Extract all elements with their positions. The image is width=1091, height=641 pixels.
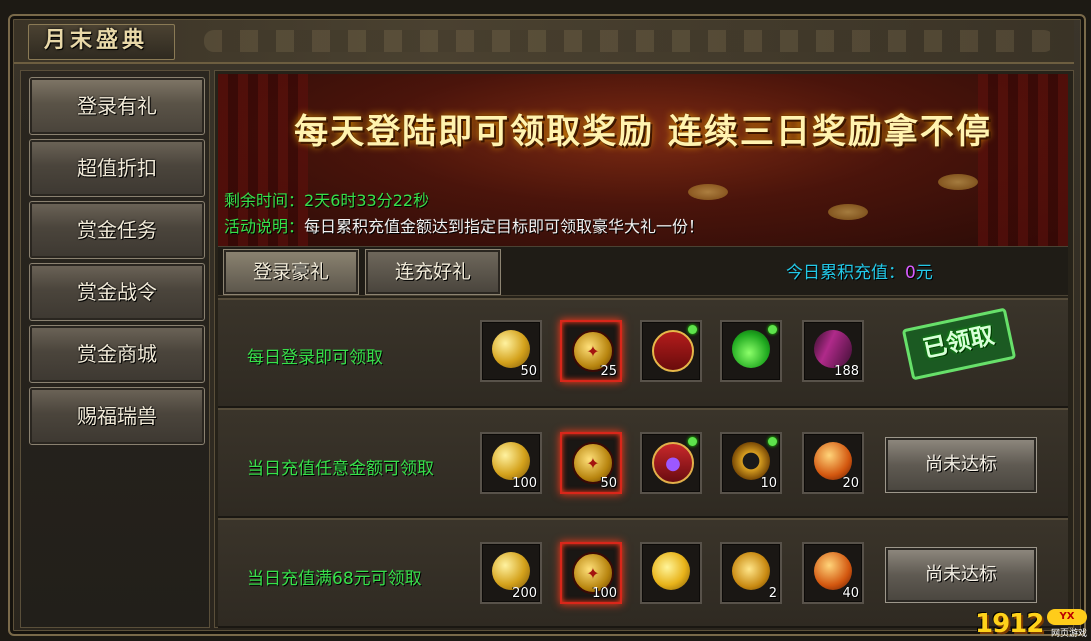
- reward-slot[interactable]: 10: [720, 432, 782, 494]
- item-count: 100: [512, 476, 537, 491]
- sidebar-item-discount[interactable]: 超值折扣: [29, 139, 205, 197]
- description-label: 活动说明：: [224, 217, 305, 236]
- reward-slot[interactable]: 25: [560, 320, 622, 382]
- watermark-digits: 1912: [975, 609, 1044, 639]
- item-count: 50: [600, 476, 617, 491]
- window-title: 月末盛典: [44, 27, 149, 53]
- item-count: 2: [768, 586, 777, 601]
- tab-consecutive-recharge[interactable]: 连充好礼: [365, 249, 501, 295]
- sidebar-item-bounty-tasks[interactable]: 赏金任务: [29, 201, 205, 259]
- coins-icon: [492, 552, 530, 590]
- description-value: 每日累积充值金额达到指定目标即可领取豪华大礼一份！: [304, 217, 705, 236]
- tab-login-gifts[interactable]: 登录豪礼: [223, 249, 359, 295]
- reward-slot[interactable]: 188: [802, 320, 864, 382]
- event-description: 活动说明：每日累积充值金额达到指定目标即可领取豪华大礼一份！: [224, 216, 704, 238]
- sidebar-item-blessing-beast[interactable]: 赐福瑞兽: [29, 387, 205, 445]
- ring-icon: [732, 442, 770, 480]
- coins-icon: [492, 330, 530, 368]
- new-indicator-dot: [768, 325, 777, 334]
- coin-decor: [828, 204, 868, 220]
- coins-icon: [492, 442, 530, 480]
- recharge-amount: 0: [905, 263, 916, 283]
- reward-slot[interactable]: 2: [720, 542, 782, 604]
- watermark-badge: YX: [1047, 609, 1087, 625]
- item-count: 50: [520, 364, 537, 379]
- remaining-label: 剩余时间：: [224, 191, 305, 210]
- item-count: 40: [842, 586, 859, 601]
- chest-icon: [652, 330, 694, 372]
- new-indicator-dot: [688, 325, 697, 334]
- row-label: 当日充值任意金额可领取: [247, 459, 434, 479]
- site-watermark: 1912 YX 网页游戏: [975, 609, 1087, 639]
- item-count: 10: [760, 476, 777, 491]
- sidebar-item-bounty-shop[interactable]: 赏金商城: [29, 325, 205, 383]
- item-count: 188: [834, 364, 859, 379]
- row-label: 每日登录即可领取: [247, 348, 383, 368]
- curtain-right: [978, 74, 1068, 246]
- sidebar-item-login-gift[interactable]: 登录有礼: [29, 77, 205, 135]
- title-ornament: [204, 30, 1054, 52]
- gold-bull-icon: [732, 552, 770, 590]
- reward-slot[interactable]: [640, 432, 702, 494]
- remaining-time: 剩余时间：2天6时33分22秒: [224, 190, 429, 212]
- not-reached-button[interactable]: 尚未达标: [885, 547, 1037, 603]
- coin-decor: [688, 184, 728, 200]
- banner-headline: 每天登陆即可领取奖励 连续三日奖励拿不停: [294, 112, 992, 152]
- new-indicator-dot: [768, 437, 777, 446]
- reward-slot[interactable]: 100: [480, 432, 542, 494]
- egg-icon: [814, 442, 852, 480]
- daily-recharge-total: 今日累积充值：0元: [786, 258, 933, 283]
- reward-slot[interactable]: 50: [480, 320, 542, 382]
- reward-slot[interactable]: 40: [802, 542, 864, 604]
- reward-slot[interactable]: 200: [480, 542, 542, 604]
- egg-icon: [814, 552, 852, 590]
- potion-icon: [732, 330, 770, 368]
- reward-slot[interactable]: [720, 320, 782, 382]
- coin-decor: [938, 174, 978, 190]
- sidebar-item-bounty-pass[interactable]: 赏金战令: [29, 263, 205, 321]
- row-label: 当日充值满68元可领取: [247, 569, 422, 589]
- item-count: 200: [512, 586, 537, 601]
- reward-slot[interactable]: 50: [560, 432, 622, 494]
- item-count: 25: [600, 364, 617, 379]
- remaining-value: 2天6时33分22秒: [304, 191, 430, 210]
- gift-icon: [652, 442, 694, 484]
- recharge-unit: 元: [915, 263, 933, 283]
- item-count: 100: [592, 586, 617, 601]
- watermark-sub: 网页游戏: [1050, 629, 1087, 639]
- gold-ingot-icon: [652, 552, 690, 590]
- recharge-label: 今日累积充值：: [786, 263, 905, 283]
- reward-slot[interactable]: [640, 320, 702, 382]
- reward-slot[interactable]: 20: [802, 432, 864, 494]
- not-reached-button[interactable]: 尚未达标: [885, 437, 1037, 493]
- item-count: 20: [842, 476, 859, 491]
- reward-slot[interactable]: [640, 542, 702, 604]
- new-indicator-dot: [688, 437, 697, 446]
- reward-slot[interactable]: 100: [560, 542, 622, 604]
